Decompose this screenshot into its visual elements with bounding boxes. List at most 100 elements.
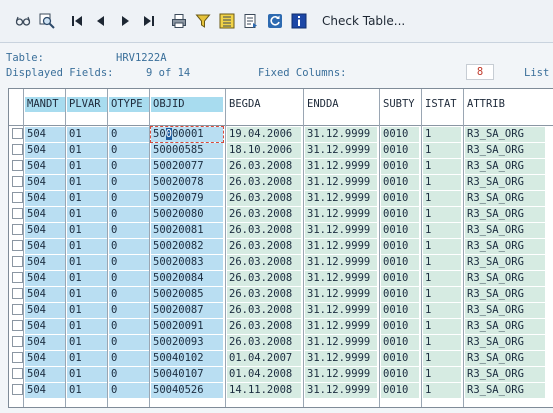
cell-istat[interactable]: 1 <box>423 383 461 398</box>
check-table-button[interactable]: Check Table... <box>322 14 405 28</box>
cell-objid[interactable]: 50020078 <box>151 175 223 190</box>
table-row[interactable]: 504 01 0 50000001 19.04.2006 31.12.9999 0010 1 R… <box>9 126 553 143</box>
next-page-icon[interactable] <box>114 10 136 32</box>
cell-plvar[interactable]: 01 <box>67 319 107 334</box>
column-header-plvar[interactable]: PLVAR <box>67 97 107 112</box>
table-row[interactable]: 504 01 0 50000585 18.10.2006 31.12.9999 0010 1 R… <box>9 143 553 159</box>
cell-mandt[interactable]: 504 <box>25 255 65 270</box>
cell-istat[interactable]: 1 <box>423 335 461 350</box>
cell-endda[interactable]: 31.12.9999 <box>305 335 377 350</box>
cell-attrib[interactable]: R3_SA_ORG <box>465 223 545 238</box>
cell-begda[interactable]: 01.04.2007 <box>227 351 301 366</box>
cell-subty[interactable]: 0010 <box>381 351 419 366</box>
cell-begda[interactable]: 26.03.2008 <box>227 159 301 174</box>
cell-begda[interactable]: 26.03.2008 <box>227 335 301 350</box>
row-select-checkbox[interactable] <box>12 288 23 299</box>
cell-mandt[interactable]: 504 <box>25 159 65 174</box>
table-row[interactable]: 504 01 0 50020081 26.03.2008 31.12.9999 0010 1 R… <box>9 223 553 239</box>
cell-subty[interactable]: 0010 <box>381 303 419 318</box>
cell-istat[interactable]: 1 <box>423 127 461 142</box>
column-header-objid[interactable]: OBJID <box>151 97 223 112</box>
sum-icon[interactable] <box>216 10 238 32</box>
cell-objid[interactable]: 50000001 <box>150 126 224 143</box>
table-row[interactable]: 504 01 0 50020079 26.03.2008 31.12.9999 0010 1 R… <box>9 191 553 207</box>
row-select-checkbox[interactable] <box>12 256 23 267</box>
cell-attrib[interactable]: R3_SA_ORG <box>465 239 545 254</box>
cell-mandt[interactable]: 504 <box>25 223 65 238</box>
export-icon[interactable] <box>240 10 262 32</box>
row-select-checkbox[interactable] <box>12 368 23 379</box>
cell-istat[interactable]: 1 <box>423 319 461 334</box>
cell-begda[interactable]: 14.11.2008 <box>227 383 301 398</box>
column-header-begda[interactable]: BEGDA <box>227 97 301 112</box>
cell-mandt[interactable]: 504 <box>25 383 65 398</box>
cell-objid[interactable]: 50020087 <box>151 303 223 318</box>
cell-otype[interactable]: 0 <box>109 175 149 190</box>
cell-objid[interactable]: 50020080 <box>151 207 223 222</box>
cell-plvar[interactable]: 01 <box>67 287 107 302</box>
cell-begda[interactable]: 26.03.2008 <box>227 175 301 190</box>
cell-endda[interactable]: 31.12.9999 <box>305 255 377 270</box>
cell-subty[interactable]: 0010 <box>381 287 419 302</box>
cell-begda[interactable]: 26.03.2008 <box>227 207 301 222</box>
cell-subty[interactable]: 0010 <box>381 271 419 286</box>
cell-plvar[interactable]: 01 <box>67 303 107 318</box>
cell-plvar[interactable]: 01 <box>67 335 107 350</box>
table-row[interactable]: 504 01 0 50020091 26.03.2008 31.12.9999 0010 1 R… <box>9 319 553 335</box>
cell-istat[interactable]: 1 <box>423 207 461 222</box>
cell-otype[interactable]: 0 <box>109 191 149 206</box>
cell-mandt[interactable]: 504 <box>25 175 65 190</box>
cell-otype[interactable]: 0 <box>109 271 149 286</box>
cell-istat[interactable]: 1 <box>423 303 461 318</box>
table-row[interactable]: 504 01 0 50020077 26.03.2008 31.12.9999 0010 1 R… <box>9 159 553 175</box>
cell-plvar[interactable]: 01 <box>67 271 107 286</box>
cell-begda[interactable]: 26.03.2008 <box>227 303 301 318</box>
glasses-icon[interactable] <box>12 10 34 32</box>
cell-otype[interactable]: 0 <box>109 383 149 398</box>
cell-objid[interactable]: 50040107 <box>151 367 223 382</box>
row-select-checkbox[interactable] <box>12 320 23 331</box>
cell-istat[interactable]: 1 <box>423 159 461 174</box>
cell-endda[interactable]: 31.12.9999 <box>305 207 377 222</box>
cell-istat[interactable]: 1 <box>423 191 461 206</box>
cell-mandt[interactable]: 504 <box>25 271 65 286</box>
cell-plvar[interactable]: 01 <box>67 223 107 238</box>
row-select-checkbox[interactable] <box>12 336 23 347</box>
row-select-checkbox[interactable] <box>12 144 23 155</box>
cell-subty[interactable]: 0010 <box>381 223 419 238</box>
table-row[interactable]: 504 01 0 50020078 26.03.2008 31.12.9999 0010 1 R… <box>9 175 553 191</box>
cell-otype[interactable]: 0 <box>109 207 149 222</box>
cell-plvar[interactable]: 01 <box>67 127 107 142</box>
row-select-checkbox[interactable] <box>12 192 23 203</box>
cell-mandt[interactable]: 504 <box>25 335 65 350</box>
cell-istat[interactable]: 1 <box>423 271 461 286</box>
filter-icon[interactable] <box>192 10 214 32</box>
cell-endda[interactable]: 31.12.9999 <box>305 303 377 318</box>
table-row[interactable]: 504 01 0 50020085 26.03.2008 31.12.9999 0010 1 R… <box>9 287 553 303</box>
column-header-endda[interactable]: ENDDA <box>305 97 377 112</box>
cell-subty[interactable]: 0010 <box>381 255 419 270</box>
cell-mandt[interactable]: 504 <box>25 207 65 222</box>
cell-otype[interactable]: 0 <box>109 223 149 238</box>
cell-objid[interactable]: 50020082 <box>151 239 223 254</box>
row-select-checkbox[interactable] <box>12 304 23 315</box>
cell-begda[interactable]: 26.03.2008 <box>227 191 301 206</box>
cell-objid[interactable]: 50040526 <box>151 383 223 398</box>
row-select-checkbox[interactable] <box>12 352 23 363</box>
cell-otype[interactable]: 0 <box>109 303 149 318</box>
cell-istat[interactable]: 1 <box>423 143 461 158</box>
cell-begda[interactable]: 26.03.2008 <box>227 255 301 270</box>
magnify-icon[interactable] <box>36 10 58 32</box>
cell-attrib[interactable]: R3_SA_ORG <box>465 367 545 382</box>
cell-objid[interactable]: 50020081 <box>151 223 223 238</box>
cell-attrib[interactable]: R3_SA_ORG <box>465 207 545 222</box>
cell-attrib[interactable]: R3_SA_ORG <box>465 287 545 302</box>
cell-subty[interactable]: 0010 <box>381 191 419 206</box>
cell-attrib[interactable]: R3_SA_ORG <box>465 319 545 334</box>
cell-otype[interactable]: 0 <box>109 367 149 382</box>
info-icon[interactable] <box>288 10 310 32</box>
table-row[interactable]: 504 01 0 50040107 01.04.2008 31.12.9999 0010 1 R… <box>9 367 553 383</box>
row-select-checkbox[interactable] <box>12 272 23 283</box>
table-row[interactable]: 504 01 0 50020087 26.03.2008 31.12.9999 0010 1 R… <box>9 303 553 319</box>
cell-begda[interactable]: 26.03.2008 <box>227 287 301 302</box>
